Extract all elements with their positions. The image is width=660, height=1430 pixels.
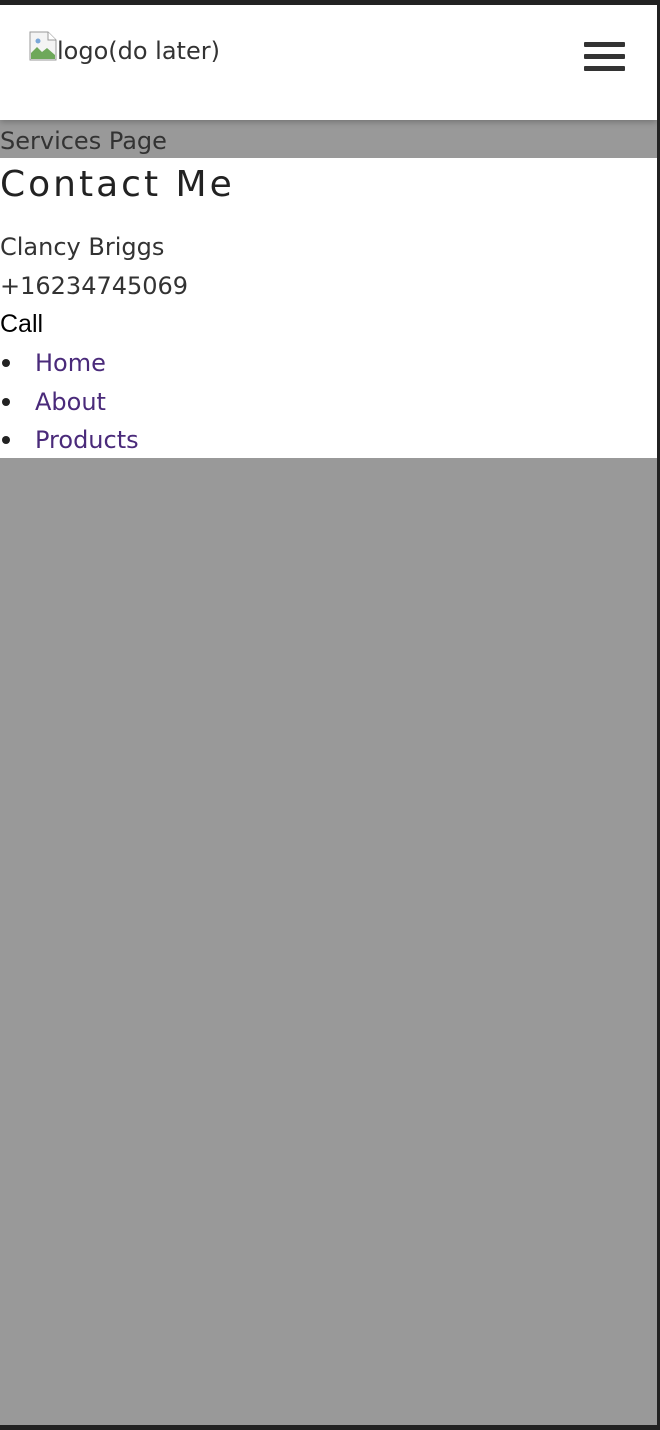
call-button[interactable]: Call — [0, 309, 43, 339]
nav-link-about[interactable]: About — [35, 387, 106, 417]
contact-phone: +16234745069 — [0, 272, 189, 300]
bullet-icon — [2, 359, 10, 367]
hamburger-line — [584, 42, 625, 47]
page-banner: Services Page — [0, 120, 657, 158]
hamburger-menu-icon[interactable] — [584, 42, 626, 74]
logo-alt-text: logo(do later) — [57, 37, 220, 65]
nav-link-home[interactable]: Home — [35, 348, 106, 378]
contact-name: Clancy Briggs — [0, 233, 165, 261]
broken-image-icon — [29, 31, 57, 61]
page: logo(do later) Services Page Contact Me … — [0, 5, 657, 1425]
bullet-icon — [2, 397, 10, 406]
hamburger-line — [584, 66, 625, 71]
logo[interactable]: logo(do later) — [29, 31, 220, 66]
bullet-icon — [2, 436, 10, 444]
hamburger-line — [584, 54, 625, 59]
nav-link-products[interactable]: Products — [35, 425, 139, 455]
page-label: Services Page — [0, 127, 167, 155]
contact-heading: Contact Me — [0, 164, 235, 205]
contact-section: Contact Me Clancy Briggs +16234745069 Ca… — [0, 158, 657, 458]
site-header: logo(do later) — [0, 5, 657, 120]
